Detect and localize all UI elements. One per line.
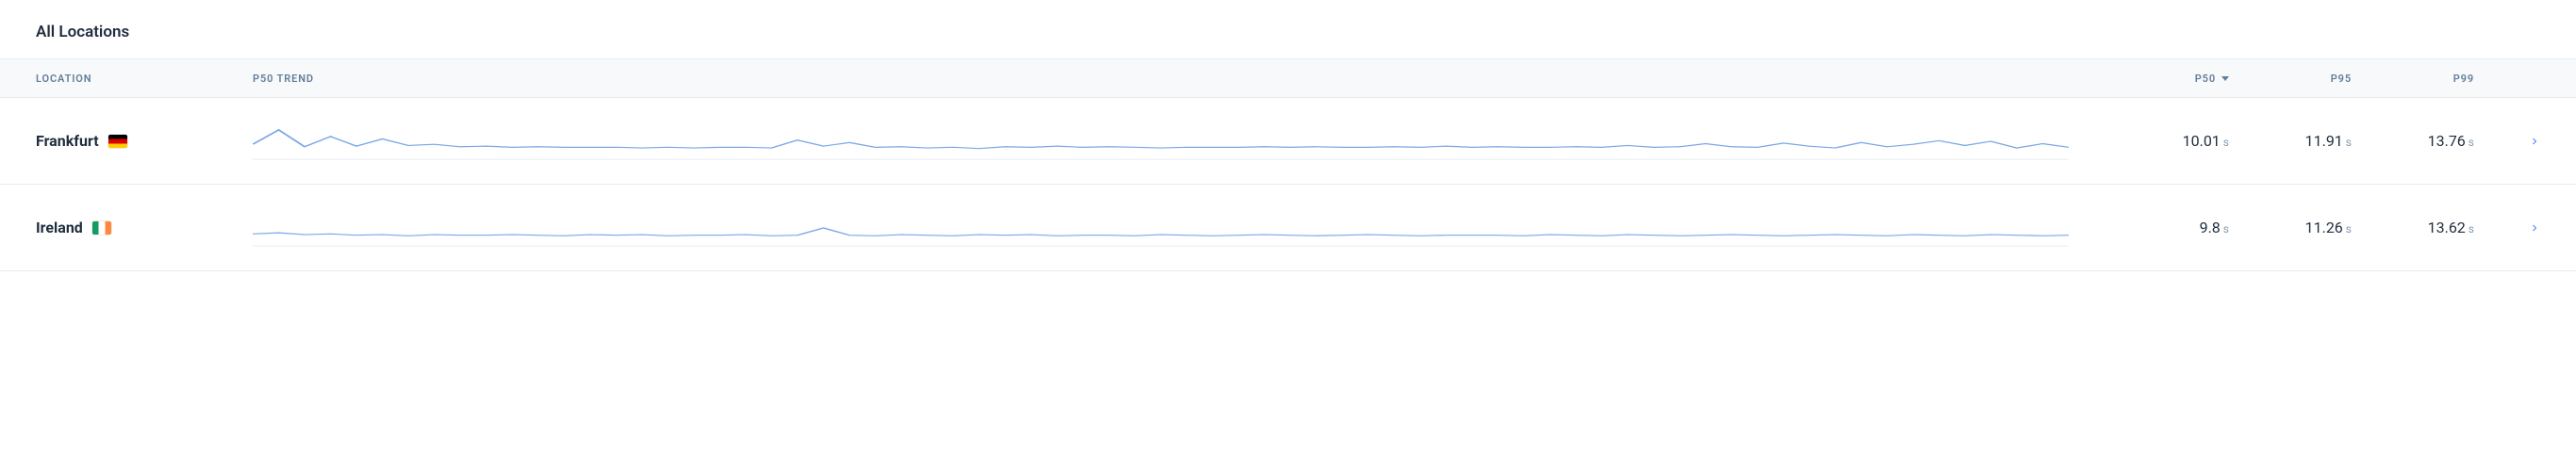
p95-cell: 11.26s xyxy=(2229,219,2352,236)
p99-cell: 13.76s xyxy=(2352,132,2474,150)
p95-value: 11.91 xyxy=(2305,132,2343,150)
location-name: Frankfurt xyxy=(36,132,99,150)
column-header-p50-label: P50 xyxy=(2195,73,2216,85)
p50-value: 10.01 xyxy=(2183,132,2221,150)
p50-value: 9.8 xyxy=(2200,219,2221,236)
p95-cell: 11.91s xyxy=(2229,132,2352,150)
flag-ie-icon xyxy=(92,221,111,235)
column-header-p95[interactable]: P95 xyxy=(2229,73,2352,85)
p99-value: 13.62 xyxy=(2428,219,2466,236)
p50-cell: 10.01s xyxy=(2106,132,2229,150)
table-row[interactable]: Ireland 9.8s 11.26s 13.62s xyxy=(0,185,2576,271)
location-cell: Frankfurt xyxy=(36,132,253,150)
chevron-right-icon xyxy=(2529,222,2540,234)
column-header-p50[interactable]: P50 xyxy=(2106,73,2229,85)
expand-row-button[interactable] xyxy=(2474,136,2540,147)
p99-value: 13.76 xyxy=(2428,132,2466,150)
flag-de-icon xyxy=(108,135,127,148)
column-header-p99[interactable]: P99 xyxy=(2352,73,2474,85)
p50-trend-sparkline xyxy=(253,120,2106,163)
table-header: LOCATION P50 TREND P50 P95 P99 xyxy=(0,58,2576,98)
column-header-location[interactable]: LOCATION xyxy=(36,73,253,85)
location-cell: Ireland xyxy=(36,219,253,236)
p50-cell: 9.8s xyxy=(2106,219,2229,236)
column-header-p50-trend: P50 TREND xyxy=(253,73,2106,85)
expand-row-button[interactable] xyxy=(2474,222,2540,234)
table-row[interactable]: Frankfurt 10.01s 11.91s 13.76s xyxy=(0,98,2576,185)
chevron-right-icon xyxy=(2529,136,2540,147)
p99-cell: 13.62s xyxy=(2352,219,2474,236)
location-name: Ireland xyxy=(36,219,83,236)
p50-trend-sparkline xyxy=(253,206,2106,250)
sort-caret-down-icon xyxy=(2221,76,2229,81)
page-title: All Locations xyxy=(0,0,2576,58)
p95-value: 11.26 xyxy=(2305,219,2343,236)
